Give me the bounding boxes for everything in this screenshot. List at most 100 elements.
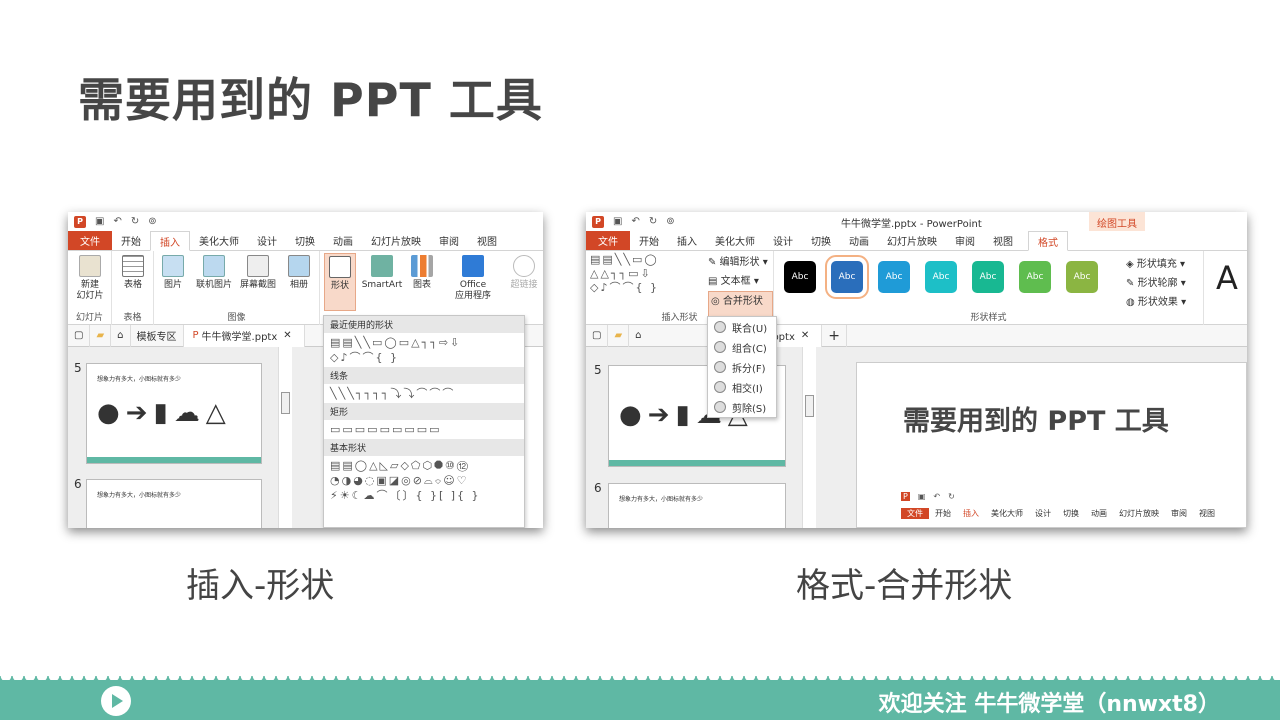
textbox-button[interactable]: ▤ 文本框 ▾: [708, 272, 773, 291]
folder-icon[interactable]: ▰: [90, 324, 112, 347]
ribbon-tab[interactable]: 切换: [802, 231, 840, 250]
save-icon[interactable]: ▣: [95, 216, 104, 227]
basic-gallery[interactable]: ▤▤◯△◺▱◇⬠⬡⯃⑩⑫ ◔◑◕◌▣◪◎⊘⌓⌔☺♡ ⚡☀☾☁⌒〔〕{ }[ ]{ }: [324, 456, 524, 505]
edit-shape-button[interactable]: ✎ 编辑形状 ▾: [708, 253, 773, 272]
table-button[interactable]: 表格: [114, 255, 152, 291]
play-icon[interactable]: [101, 686, 131, 716]
template-tab[interactable]: 模板专区: [131, 324, 184, 347]
style-swatch[interactable]: Abc: [925, 261, 957, 293]
lines-header: 线条: [324, 367, 524, 384]
group-label: 图像: [227, 313, 246, 323]
ribbon-tab[interactable]: 动画: [324, 231, 362, 250]
folder-icon[interactable]: ▰: [608, 324, 630, 347]
undo-icon[interactable]: ↶: [113, 216, 121, 227]
mini-tab: 美化大师: [991, 508, 1023, 518]
ribbon-tab[interactable]: 美化大师: [706, 231, 764, 250]
smartart-icon: [371, 255, 393, 277]
shape-fill-button[interactable]: ◈ 形状填充 ▾: [1126, 255, 1186, 274]
style-swatch[interactable]: Abc: [1019, 261, 1051, 293]
picture-button[interactable]: 图片: [158, 255, 188, 291]
close-icon[interactable]: ✕: [277, 325, 297, 347]
album-icon: [288, 255, 310, 277]
slide-thumbnail[interactable]: 想象力有多大，小图标就有多少 ● ➔ ▮ ☁ △: [86, 363, 262, 464]
style-swatch[interactable]: Abc: [878, 261, 910, 293]
scrollbar-thumb[interactable]: [281, 392, 290, 414]
ribbon-tab[interactable]: 美化大师: [190, 231, 248, 250]
ribbon-tab[interactable]: 审阅: [430, 231, 468, 250]
new-slide-button[interactable]: 新建 幻灯片: [70, 255, 110, 302]
ribbon-tab[interactable]: 审阅: [946, 231, 984, 250]
ribbon-tab[interactable]: 幻灯片放映: [362, 231, 430, 250]
home-icon[interactable]: ⌂: [111, 324, 131, 347]
shapes-button[interactable]: 形状: [324, 253, 356, 311]
online-picture-button[interactable]: 联机图片: [192, 255, 236, 291]
ribbon-tab[interactable]: 设计: [248, 231, 286, 250]
close-icon[interactable]: ✕: [795, 325, 815, 347]
album-label: 相册: [289, 280, 308, 290]
merge-option-icon: [714, 321, 726, 333]
slide-canvas[interactable]: 需要用到的 PPT 工具 P ▣ ↶ ↻ 文件 开始 插入 美化大师 设计 切换 动画 幻灯片放映 审…: [856, 362, 1247, 528]
slide-thumbnail[interactable]: 想象力有多大，小图标就有多少: [608, 483, 786, 528]
merge-menu-item[interactable]: 剪除(S): [708, 397, 776, 417]
slide-thumbnail[interactable]: 想象力有多大，小图标就有多少: [86, 479, 262, 528]
presenter-icon[interactable]: ⊚: [148, 216, 156, 227]
shape-outline-button[interactable]: ✎ 形状轮廓 ▾: [1126, 274, 1186, 293]
thumb-footer-bar: [609, 460, 785, 466]
office-apps-button[interactable]: Office 应用程序: [444, 255, 502, 302]
shapes-dropdown: 最近使用的形状 ▤▤╲╲▭◯▭△┐┐⇨⇩ ◇♪⌒⌒{ } 线条 ╲╲╲┐┐┐┐⤵⤵…: [323, 315, 525, 528]
recent-shapes-gallery[interactable]: ▤▤╲╲▭◯▭△┐┐⇨⇩ ◇♪⌒⌒{ }: [324, 333, 524, 367]
slide-number: 5: [74, 361, 82, 375]
ribbon-tab[interactable]: 视图: [984, 231, 1022, 250]
album-button[interactable]: 相册: [282, 255, 316, 291]
powerpoint-icon: P: [592, 215, 604, 228]
merge-menu-item[interactable]: 相交(I): [708, 377, 776, 397]
wordart-style-icon[interactable]: A: [1216, 259, 1238, 297]
ribbon-tab[interactable]: 文件: [68, 231, 112, 250]
add-tab-icon[interactable]: +: [822, 324, 847, 347]
smartart-button[interactable]: SmartArt: [360, 255, 404, 291]
lines-gallery[interactable]: ╲╲╲┐┐┐┐⤵⤵⌒⌒⌒: [324, 384, 524, 403]
merge-menu-item[interactable]: 拆分(F): [708, 357, 776, 377]
ribbon-tab[interactable]: 开始: [112, 231, 150, 250]
merge-menu-item[interactable]: 组合(C): [708, 337, 776, 357]
scrollbar-thumb[interactable]: [805, 395, 814, 417]
redo-icon[interactable]: ↻: [649, 216, 657, 227]
style-swatch[interactable]: Abc: [784, 261, 816, 293]
ribbon-tab[interactable]: 视图: [468, 231, 506, 250]
save-icon[interactable]: ▣: [613, 216, 622, 227]
hyperlink-button[interactable]: 超链接: [506, 255, 542, 291]
scrollbar[interactable]: [278, 347, 292, 528]
scrollbar[interactable]: [802, 347, 816, 528]
presenter-icon[interactable]: ⊚: [666, 216, 674, 227]
document-tabs: ▢ ▰ ⌂ 堂.pptx ✕ +: [586, 324, 1247, 347]
style-swatch[interactable]: Abc: [972, 261, 1004, 293]
ribbon-tab[interactable]: 开始: [630, 231, 668, 250]
new-doc-icon[interactable]: ▢: [586, 324, 609, 347]
redo-icon[interactable]: ↻: [131, 216, 139, 227]
chart-button[interactable]: 图表: [408, 255, 436, 291]
mini-tab: 文件: [901, 507, 929, 519]
thumb-footer-bar: [87, 457, 261, 463]
ribbon-tab[interactable]: 文件: [586, 231, 630, 250]
table-icon: [122, 255, 144, 277]
file-tab[interactable]: P 牛牛微学堂.pptx ✕: [183, 324, 305, 347]
ribbon-tab[interactable]: 动画: [840, 231, 878, 250]
ribbon-tab[interactable]: 插入: [150, 231, 190, 251]
insert-shapes-screenshot: P ▣ ↶ ↻ ⊚ 文件 开始 插入 美化大师 设计 切换 动画 幻灯片放映 审阅 视图 新建 幻…: [68, 212, 543, 528]
new-doc-icon[interactable]: ▢: [68, 324, 91, 347]
ribbon-tab[interactable]: 设计: [764, 231, 802, 250]
ribbon-tab[interactable]: 幻灯片放映: [878, 231, 946, 250]
ribbon-tab[interactable]: 切换: [286, 231, 324, 250]
ribbon-tab[interactable]: 格式: [1028, 231, 1068, 251]
ribbon-tab[interactable]: 插入: [668, 231, 706, 250]
style-swatch[interactable]: Abc: [1066, 261, 1098, 293]
merge-menu-item[interactable]: 联合(U): [708, 317, 776, 337]
screenshot-label: 屏幕截图: [239, 280, 276, 290]
undo-icon[interactable]: ↶: [631, 216, 639, 227]
style-swatch[interactable]: Abc: [825, 255, 869, 299]
footer-text: 欢迎关注 牛牛微学堂（nnwxt8）: [878, 692, 1220, 717]
screenshot-button[interactable]: 屏幕截图: [236, 255, 280, 291]
online-picture-label: 联机图片: [195, 280, 232, 290]
shapes-icon: [329, 256, 351, 278]
rect-gallery[interactable]: ▭▭▭▭▭▭▭▭▭: [324, 420, 524, 439]
